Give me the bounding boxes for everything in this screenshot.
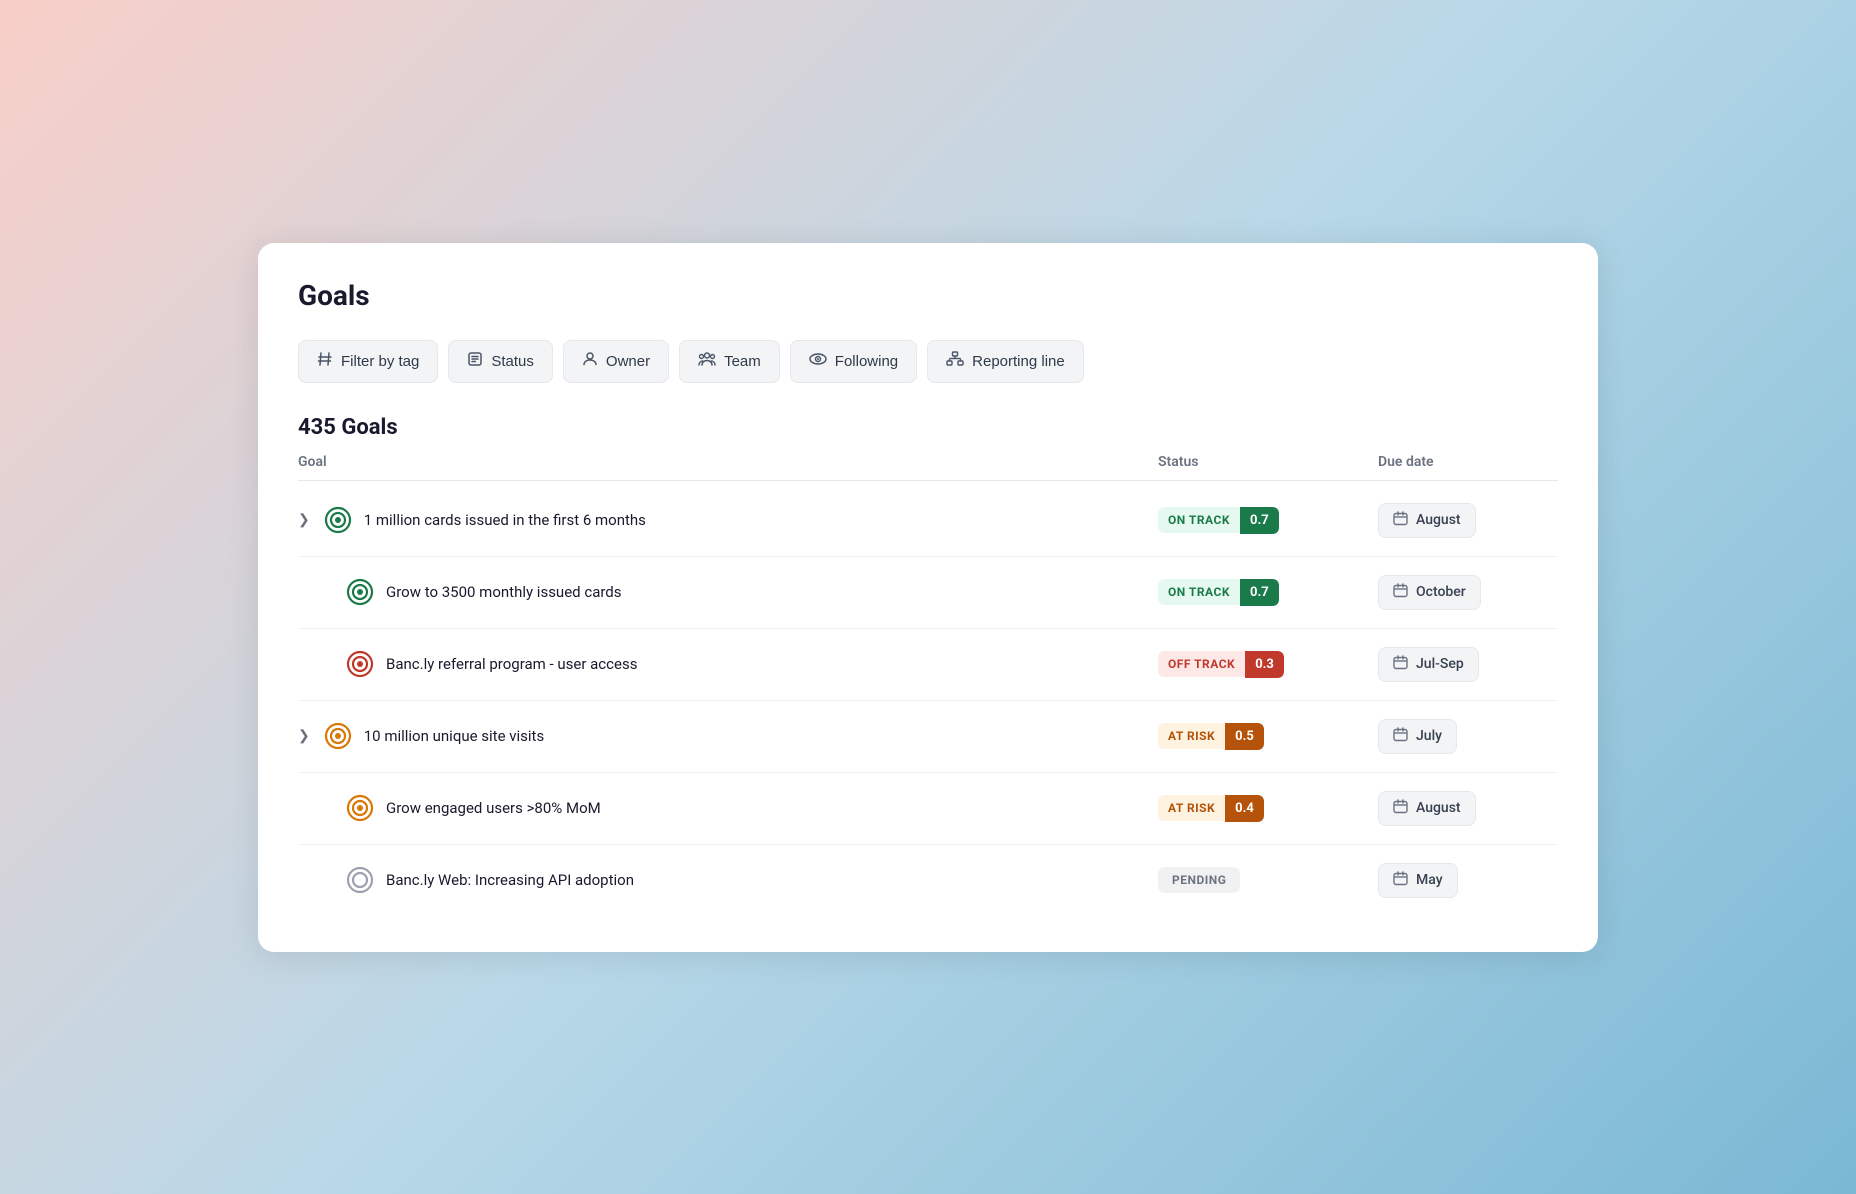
due-date-badge: August — [1378, 791, 1476, 826]
status-icon — [467, 351, 483, 372]
due-date-badge: August — [1378, 503, 1476, 538]
filter-by-tag-button[interactable]: Filter by tag — [298, 340, 438, 383]
goal-status-icon — [346, 794, 374, 822]
due-date-badge: July — [1378, 719, 1457, 754]
reporting-line-filter-button[interactable]: Reporting line — [927, 340, 1084, 383]
goal-name-cell: Grow to 3500 monthly issued cards — [298, 578, 1158, 606]
due-date-text: October — [1416, 584, 1466, 600]
goal-name-cell: Banc.ly Web: Increasing API adoption — [298, 866, 1158, 894]
due-date-badge: Jul-Sep — [1378, 647, 1479, 682]
col-status-header: Status — [1158, 454, 1378, 470]
due-date-cell: August — [1378, 791, 1558, 826]
table-row[interactable]: Grow engaged users >80% MoM AT RISK 0.4 … — [298, 773, 1558, 845]
due-date-cell: Jul-Sep — [1378, 647, 1558, 682]
table-row[interactable]: ❯ 1 million cards issued in the first 6 … — [298, 485, 1558, 557]
team-filter-button[interactable]: Team — [679, 340, 780, 383]
due-date-text: May — [1416, 872, 1443, 888]
person-icon — [582, 351, 598, 372]
table-header: Goal Status Due date — [298, 454, 1558, 481]
table-row[interactable]: Banc.ly referral program - user access O… — [298, 629, 1558, 701]
due-date-text: July — [1416, 728, 1442, 744]
goal-status-icon — [346, 650, 374, 678]
due-date-text: Jul-Sep — [1416, 656, 1464, 672]
team-filter-label: Team — [724, 353, 761, 370]
due-date-text: August — [1416, 800, 1461, 816]
col-duedate-header: Due date — [1378, 454, 1558, 470]
table-row[interactable]: Grow to 3500 monthly issued cards ON TRA… — [298, 557, 1558, 629]
goal-name-cell: ❯ 1 million cards issued in the first 6 … — [298, 506, 1158, 534]
goal-status-icon — [324, 722, 352, 750]
goal-status-icon — [346, 866, 374, 894]
goal-title: Grow to 3500 monthly issued cards — [386, 583, 622, 601]
calendar-icon — [1393, 655, 1408, 674]
due-date-cell: July — [1378, 719, 1558, 754]
filter-by-tag-label: Filter by tag — [341, 353, 419, 370]
goal-name-cell: Grow engaged users >80% MoM — [298, 794, 1158, 822]
goals-count: 435 Goals — [298, 415, 1558, 440]
goal-title: 1 million cards issued in the first 6 mo… — [364, 511, 646, 529]
filter-bar: Filter by tag Status Owner — [298, 340, 1558, 383]
status-cell: OFF TRACK 0.3 — [1158, 651, 1378, 678]
table-row[interactable]: ❯ 10 million unique site visits AT RISK … — [298, 701, 1558, 773]
calendar-icon — [1393, 583, 1408, 602]
goal-status-icon — [346, 578, 374, 606]
hierarchy-icon — [946, 351, 964, 372]
status-cell: PENDING — [1158, 867, 1378, 893]
team-icon — [698, 351, 716, 372]
due-date-text: August — [1416, 512, 1461, 528]
status-cell: ON TRACK 0.7 — [1158, 507, 1378, 534]
eye-icon — [809, 351, 827, 372]
goal-title: Banc.ly Web: Increasing API adoption — [386, 871, 634, 889]
due-date-badge: May — [1378, 863, 1458, 898]
reporting-line-filter-label: Reporting line — [972, 353, 1065, 370]
goals-card: Goals Filter by tag — [258, 243, 1598, 952]
goal-title: Grow engaged users >80% MoM — [386, 799, 601, 817]
following-filter-button[interactable]: Following — [790, 340, 917, 383]
table-row[interactable]: Banc.ly Web: Increasing API adoption PEN… — [298, 845, 1558, 916]
calendar-icon — [1393, 871, 1408, 890]
calendar-icon — [1393, 511, 1408, 530]
owner-filter-label: Owner — [606, 353, 650, 370]
page-title: Goals — [298, 279, 1558, 312]
due-date-badge: October — [1378, 575, 1481, 610]
goals-table-body: ❯ 1 million cards issued in the first 6 … — [298, 485, 1558, 916]
hash-icon — [317, 351, 333, 372]
due-date-cell: October — [1378, 575, 1558, 610]
status-filter-label: Status — [491, 353, 534, 370]
status-cell: ON TRACK 0.7 — [1158, 579, 1378, 606]
goal-name-cell: Banc.ly referral program - user access — [298, 650, 1158, 678]
owner-filter-button[interactable]: Owner — [563, 340, 669, 383]
goal-title: 10 million unique site visits — [364, 727, 544, 745]
due-date-cell: August — [1378, 503, 1558, 538]
goal-status-icon — [324, 506, 352, 534]
calendar-icon — [1393, 727, 1408, 746]
col-goal-header: Goal — [298, 454, 1158, 470]
due-date-cell: May — [1378, 863, 1558, 898]
calendar-icon — [1393, 799, 1408, 818]
status-cell: AT RISK 0.5 — [1158, 723, 1378, 750]
goal-name-cell: ❯ 10 million unique site visits — [298, 722, 1158, 750]
goal-title: Banc.ly referral program - user access — [386, 655, 637, 673]
following-filter-label: Following — [835, 353, 898, 370]
chevron-icon: ❯ — [298, 512, 310, 528]
chevron-icon: ❯ — [298, 728, 310, 744]
status-cell: AT RISK 0.4 — [1158, 795, 1378, 822]
status-filter-button[interactable]: Status — [448, 340, 553, 383]
